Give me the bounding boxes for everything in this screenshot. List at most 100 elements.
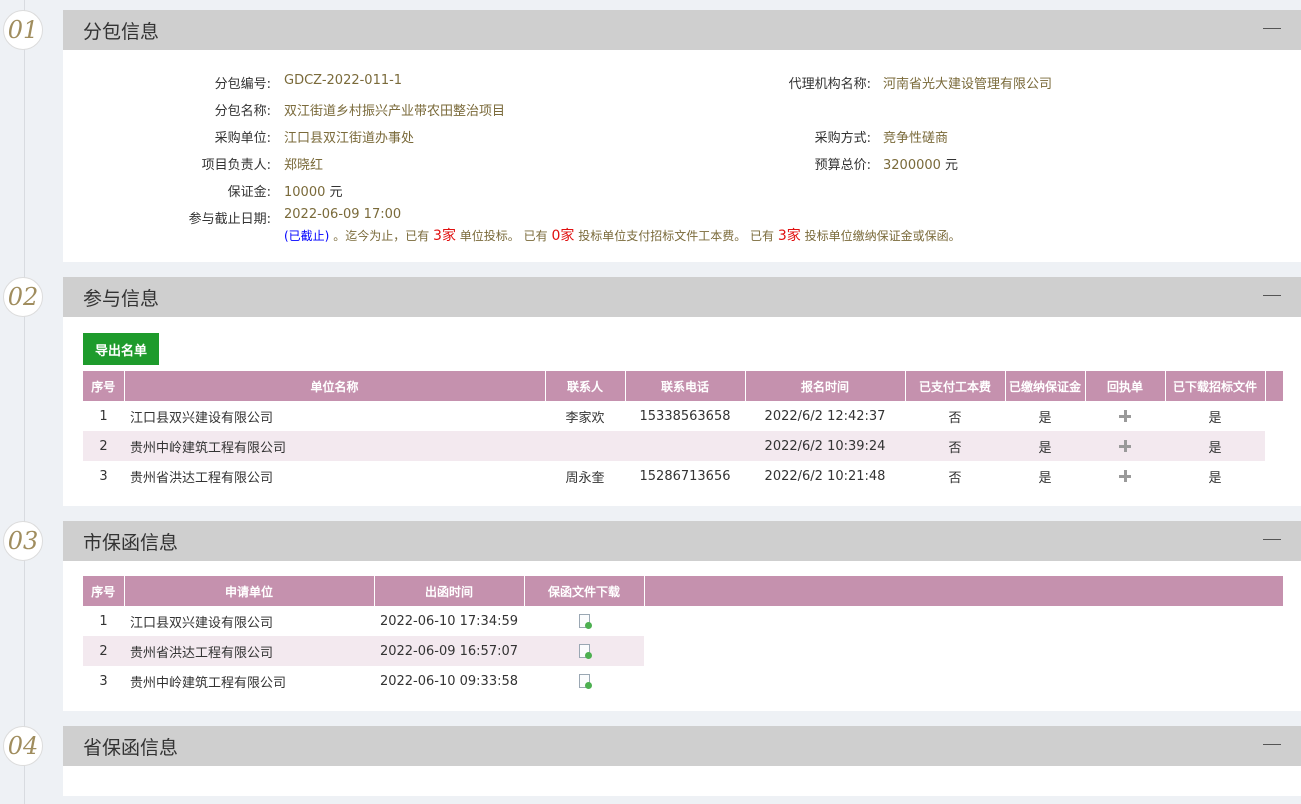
row-no: 1 [99,408,108,424]
status-text-2: 单位投标。 已有 [459,229,548,243]
table-row: 1 江口县双兴建设有限公司 李家欢 15338563658 2022/6/2 1… [83,401,1283,431]
table-row: 1 江口县双兴建设有限公司 2022-06-10 17:34:59 [83,606,1283,636]
collapse-icon[interactable] [1263,295,1281,296]
col-header-no[interactable]: 序号 [83,371,125,401]
file-download-icon[interactable] [578,674,592,689]
row-spacer [644,636,1283,666]
row-phone: 15286713656 [639,468,731,484]
row-contact: 周永奎 [565,470,605,486]
row-issue-time: 2022-06-10 17:34:59 [379,613,519,629]
row-unit-name: 贵州中岭建筑工程有限公司 [124,431,545,461]
section-title: 参与信息 [83,287,160,310]
row-contact: 李家欢 [565,410,605,426]
collapse-icon[interactable] [1263,28,1281,29]
package-name-value: 双江街道乡村振兴产业带农田整治项目 [284,104,506,119]
plus-icon[interactable] [1119,410,1131,422]
row-receipt [1085,461,1165,491]
row-fee-paid: 否 [948,410,962,426]
row-issue-time: 2022-06-09 16:57:07 [374,636,524,666]
status-text-3: 投标单位支付招标文件工本费。 已有 [578,229,775,243]
row-deposit-paid: 是 [1038,410,1052,426]
col-header-spacer [644,576,1284,606]
province-guarantee-header[interactable]: 省保函信息 [63,726,1301,766]
col-header-issue-time[interactable]: 出函时间 [374,576,525,606]
deadline-value: 2022-06-09 17:00 [284,207,402,222]
purchaser-label: 采购单位: [214,131,271,146]
timeline-line [24,0,25,804]
deposit-unit: 元 [329,185,343,200]
col-header-contact[interactable]: 联系人 [545,371,626,401]
col-header-no[interactable]: 序号 [83,576,125,606]
row-signup-time: 2022/6/2 10:39:24 [745,431,905,461]
col-header-phone[interactable]: 联系电话 [625,371,746,401]
guarantee-table: 序号 申请单位 出函时间 保函文件下载 1 江口县双兴建设有限公司 2022-0… [83,576,1284,696]
package-info-panel: 分包信息 分包编号: GDCZ-2022-011-1 分包名称: 双江街道乡村振… [63,10,1301,262]
deposit-paid-count: 3家 [777,228,801,244]
row-applicant: 江口县双兴建设有限公司 [130,615,274,631]
table-header-row: 序号 申请单位 出函时间 保函文件下载 [83,576,1284,606]
package-name-label: 分包名称: [214,104,271,119]
row-unit-name: 江口县双兴建设有限公司 [130,410,274,426]
row-spacer [1265,431,1283,461]
deposit-label: 保证金: [227,185,271,200]
col-header-receipt[interactable]: 回执单 [1085,371,1166,401]
participants-table: 序号 单位名称 联系人 联系电话 报名时间 已支付工本费 已缴纳保证金 回执单 … [83,371,1284,491]
budget-value: 3200000 元 [883,158,959,173]
row-no: 2 [83,431,124,461]
row-spacer [1265,401,1283,431]
col-header-applicant[interactable]: 申请单位 [124,576,375,606]
deadline-label: 参与截止日期: [188,212,271,227]
col-header-signup-time[interactable]: 报名时间 [745,371,906,401]
export-list-button[interactable]: 导出名单 [83,333,159,365]
purchase-method-label: 采购方式: [814,131,871,146]
city-guarantee-header[interactable]: 市保函信息 [63,521,1301,561]
col-header-file-download[interactable]: 保函文件下载 [524,576,645,606]
status-text-4: 投标单位缴纳保证金或保函。 [804,229,961,243]
row-issue-time: 2022-06-10 09:33:58 [379,673,519,689]
province-guarantee-panel: 省保函信息 [63,726,1301,796]
row-fee-paid: 否 [905,431,1005,461]
row-file-download [524,636,644,666]
plus-icon[interactable] [1119,440,1131,452]
agency-value: 河南省光大建设管理有限公司 [883,77,1053,92]
section-title: 分包信息 [83,20,160,43]
participation-header[interactable]: 参与信息 [63,277,1301,317]
deposit-value: 10000 元 [284,185,343,200]
table-row: 3 贵州省洪达工程有限公司 周永奎 15286713656 2022/6/2 1… [83,461,1283,491]
bid-status-line: (已截止) 。迄今为止，已有 3家 单位投标。 已有 0家 投标单位支付招标文件… [284,225,961,245]
col-header-deposit-paid[interactable]: 已缴纳保证金 [1005,371,1086,401]
package-no-value: GDCZ-2022-011-1 [284,73,403,88]
package-info-header[interactable]: 分包信息 [63,10,1301,50]
collapse-icon[interactable] [1263,539,1281,540]
table-row: 2 贵州省洪达工程有限公司 2022-06-09 16:57:07 [83,636,1283,666]
budget-unit: 元 [945,158,959,173]
bidder-count: 3家 [433,228,456,244]
row-file-download [524,606,644,636]
row-receipt [1085,401,1165,431]
section-title: 市保函信息 [83,531,179,554]
col-header-fee-paid[interactable]: 已支付工本费 [905,371,1006,401]
row-downloaded: 是 [1208,410,1222,426]
col-header-unit-name[interactable]: 单位名称 [124,371,546,401]
row-applicant: 贵州省洪达工程有限公司 [124,636,374,666]
file-download-icon[interactable] [578,614,592,629]
row-deposit-paid: 是 [1038,470,1052,486]
plus-icon[interactable] [1119,470,1131,482]
collapse-icon[interactable] [1263,744,1281,745]
section-title: 省保函信息 [83,736,179,759]
file-download-icon[interactable] [578,644,592,659]
col-header-downloaded[interactable]: 已下载招标文件 [1165,371,1266,401]
closed-link[interactable]: (已截止) [284,229,329,243]
row-unit-name: 贵州省洪达工程有限公司 [130,470,274,486]
package-no-label: 分包编号: [214,77,271,92]
fee-paid-count: 0家 [551,228,575,244]
row-phone [625,431,745,461]
purchaser-value: 江口县双江街道办事处 [284,131,415,146]
table-row: 2 贵州中岭建筑工程有限公司 2022/6/2 10:39:24 否 是 是 [83,431,1283,461]
row-contact [545,431,625,461]
row-no: 3 [99,468,108,484]
step-number-3: 03 [3,521,43,561]
row-spacer [644,606,1283,636]
step-number-2: 02 [3,277,43,317]
step-number-1: 01 [3,10,43,50]
